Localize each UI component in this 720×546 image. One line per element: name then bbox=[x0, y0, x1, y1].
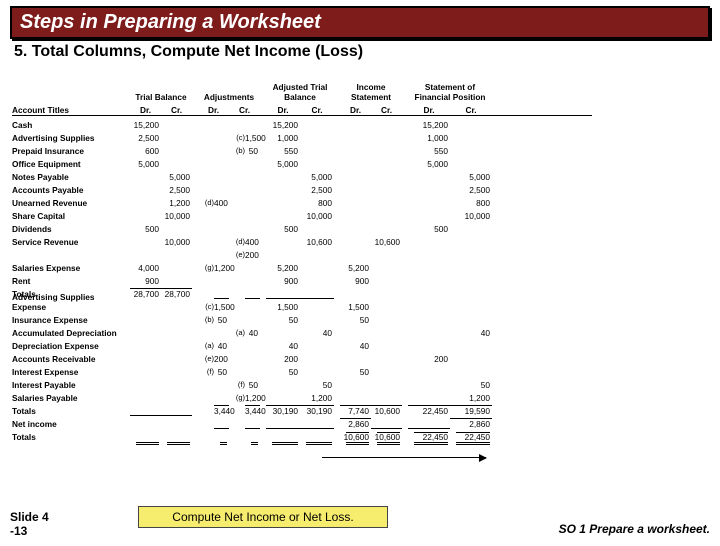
net-income-arrow bbox=[322, 457, 486, 458]
table-row: Interest Payable(f)505050 bbox=[12, 377, 712, 390]
title-banner: Steps in Preparing a Worksheet bbox=[10, 6, 710, 39]
subtitle: 5. Total Columns, Compute Net Income (Lo… bbox=[14, 43, 706, 61]
table-row: Share Capital10,00010,00010,000 bbox=[12, 208, 712, 221]
table-row: Totals3,4403,44030,19030,1907,74010,6002… bbox=[12, 403, 712, 416]
col-adjustments: Adjustments bbox=[198, 92, 260, 102]
col-account-titles: Account Titles bbox=[12, 105, 130, 115]
table-row: Office Equipment5,0005,0005,000 bbox=[12, 156, 712, 169]
table-row: Net income2,8602,860 bbox=[12, 416, 712, 429]
table-row: Notes Payable5,0005,0005,000 bbox=[12, 169, 712, 182]
table-row: Accounts Receivable(e)200200200 bbox=[12, 351, 712, 364]
table-row: Advertising Supplies2,500(c)1,5001,0001,… bbox=[12, 130, 712, 143]
table-row: Depreciation Expense(a)404040 bbox=[12, 338, 712, 351]
worksheet-table: Trial Balance Adjustments Adjusted Trial… bbox=[12, 80, 712, 442]
table-row: Rent900900900 bbox=[12, 273, 712, 286]
callout-box: Compute Net Income or Net Loss. bbox=[138, 506, 388, 528]
table-row: Salaries Expense4,000(g)1,2005,2005,200 bbox=[12, 260, 712, 273]
table-row: Salaries Payable(g)1,2001,2001,200 bbox=[12, 390, 712, 403]
table-row: Prepaid Insurance600(b)50550550 bbox=[12, 143, 712, 156]
slide-number: Slide 4-13 bbox=[10, 510, 49, 538]
col-sfp: Statement of Financial Position bbox=[408, 82, 492, 102]
table-row: Dividends500500500 bbox=[12, 221, 712, 234]
col-adjusted-tb: Adjusted Trial Balance bbox=[266, 82, 334, 102]
col-trial-balance: Trial Balance bbox=[130, 92, 192, 102]
table-row: Totals10,60010,60022,45022,450 bbox=[12, 429, 712, 442]
table-row: Unearned Revenue1,200(d)400800800 bbox=[12, 195, 712, 208]
table-row: Advertising Supplies Expense(c)1,5001,50… bbox=[12, 299, 712, 312]
table-row: Accumulated Depreciation(a)404040 bbox=[12, 325, 712, 338]
table-row: Accounts Payable2,5002,5002,500 bbox=[12, 182, 712, 195]
table-row: Cash15,20015,20015,200 bbox=[12, 117, 712, 130]
study-objective: SO 1 Prepare a worksheet. bbox=[559, 522, 710, 536]
table-row: Insurance Expense(b)505050 bbox=[12, 312, 712, 325]
table-row: Interest Expense(f)505050 bbox=[12, 364, 712, 377]
table-row: Service Revenue10,000(d)40010,60010,600 bbox=[12, 234, 712, 247]
col-income-statement: Income Statement bbox=[340, 82, 402, 102]
table-row: (e)200 bbox=[12, 247, 712, 260]
